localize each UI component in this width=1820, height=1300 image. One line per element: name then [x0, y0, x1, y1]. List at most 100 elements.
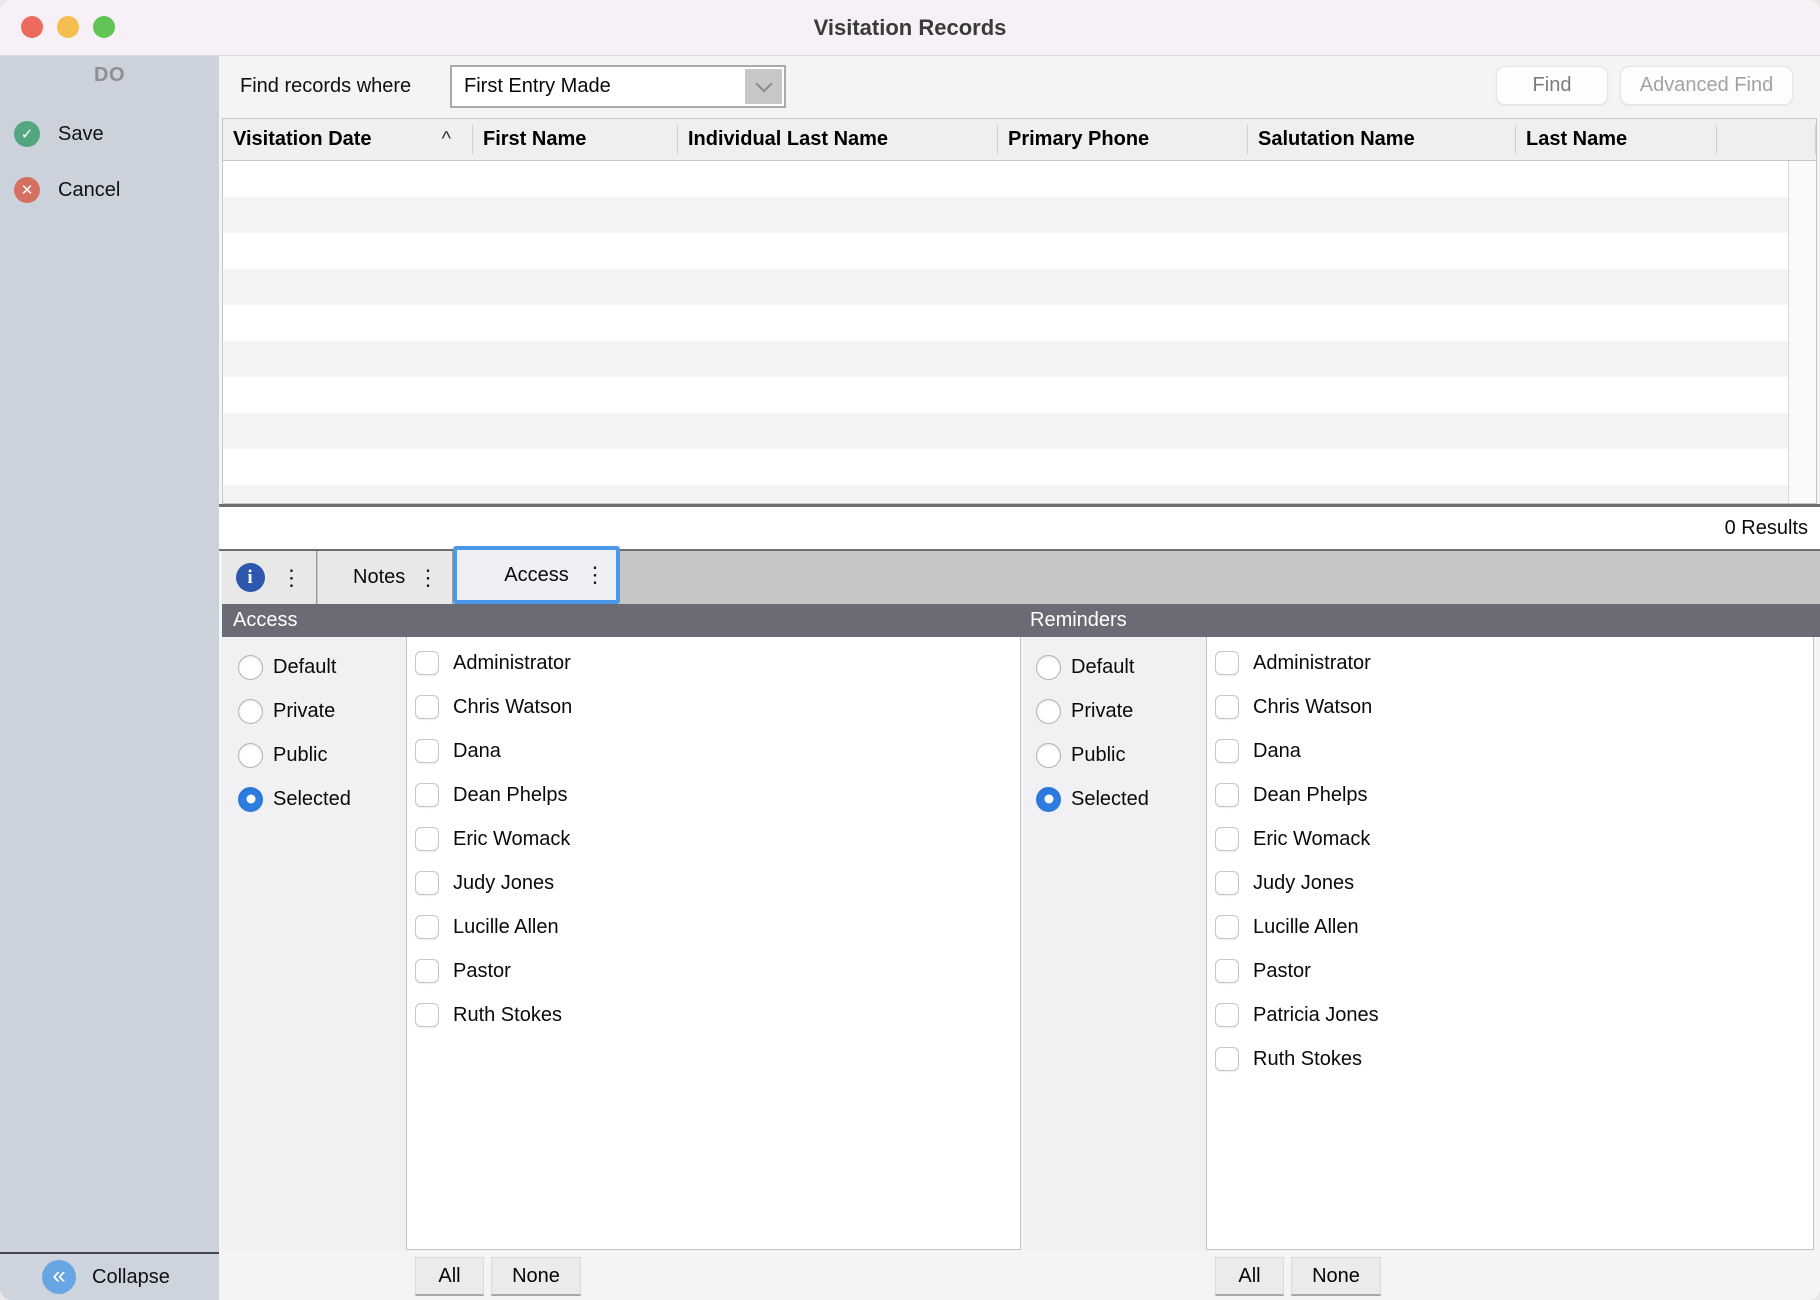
- collapse-button[interactable]: « Collapse: [0, 1252, 219, 1300]
- reminders-user-row[interactable]: Dana: [1207, 729, 1813, 773]
- reminders-option-selected[interactable]: Selected: [1024, 777, 1206, 821]
- radio-icon[interactable]: [238, 743, 263, 768]
- reminders-user-row[interactable]: Pastor: [1207, 949, 1813, 993]
- checkbox-icon[interactable]: [415, 915, 439, 939]
- radio-icon[interactable]: [238, 655, 263, 680]
- column-header-salutation-name[interactable]: Salutation Name: [1248, 119, 1516, 160]
- access-none-button[interactable]: None: [491, 1257, 581, 1296]
- reminders-user-row[interactable]: Dean Phelps: [1207, 773, 1813, 817]
- reminders-option-public[interactable]: Public: [1024, 733, 1206, 777]
- radio-icon[interactable]: [1036, 743, 1061, 768]
- checkbox-icon[interactable]: [1215, 739, 1239, 763]
- checkbox-icon[interactable]: [1215, 783, 1239, 807]
- dropdown-button[interactable]: [745, 69, 782, 104]
- reminders-user-row[interactable]: Chris Watson: [1207, 685, 1813, 729]
- checkbox-icon[interactable]: [415, 1003, 439, 1027]
- reminders-none-button[interactable]: None: [1291, 1257, 1381, 1296]
- column-header-visitation-date[interactable]: Visitation Date ^: [223, 119, 473, 160]
- checkbox-icon[interactable]: [415, 695, 439, 719]
- reminders-user-row[interactable]: Ruth Stokes: [1207, 1037, 1813, 1081]
- column-header-last-name[interactable]: Last Name: [1516, 119, 1717, 160]
- reminders-user-row[interactable]: Administrator: [1207, 641, 1813, 685]
- reminders-user-list: Administrator Chris Watson Dana Dean Phe…: [1206, 637, 1814, 1250]
- find-button[interactable]: Find: [1496, 66, 1608, 105]
- reminders-section-title: Reminders: [1030, 604, 1127, 637]
- save-button[interactable]: ✓ Save: [0, 118, 219, 150]
- reminders-user-row[interactable]: Lucille Allen: [1207, 905, 1813, 949]
- access-user-row[interactable]: Dean Phelps: [407, 773, 1020, 817]
- access-user-row[interactable]: Chris Watson: [407, 685, 1020, 729]
- tab-notes[interactable]: Notes ⋮: [318, 551, 453, 604]
- access-user-row[interactable]: Ruth Stokes: [407, 993, 1020, 1037]
- checkbox-icon[interactable]: [415, 739, 439, 763]
- save-button-label: Save: [58, 123, 104, 146]
- tab-access-label: Access: [504, 564, 568, 587]
- tab-access-selected[interactable]: Access ⋮: [453, 546, 620, 604]
- column-header-primary-phone[interactable]: Primary Phone: [998, 119, 1248, 160]
- access-user-row[interactable]: Administrator: [407, 641, 1020, 685]
- checkbox-icon[interactable]: [415, 651, 439, 675]
- check-icon: ✓: [14, 121, 40, 147]
- results-bar: 0 Results: [219, 507, 1820, 549]
- vertical-scrollbar[interactable]: [1788, 161, 1816, 503]
- column-header-individual-last-name[interactable]: Individual Last Name: [678, 119, 998, 160]
- sort-ascending-icon: ^: [442, 128, 451, 151]
- access-user-row[interactable]: Lucille Allen: [407, 905, 1020, 949]
- chevron-down-icon: [755, 75, 772, 92]
- access-all-button[interactable]: All: [415, 1257, 484, 1296]
- checkbox-icon[interactable]: [1215, 1003, 1239, 1027]
- find-records-where-label: Find records where: [240, 75, 411, 98]
- checkbox-icon[interactable]: [415, 871, 439, 895]
- checkbox-icon[interactable]: [1215, 695, 1239, 719]
- radio-selected-icon[interactable]: [1036, 787, 1061, 812]
- reminders-user-row[interactable]: Judy Jones: [1207, 861, 1813, 905]
- sidebar: DO ✓ Save ✕ Cancel « Collapse: [0, 56, 219, 1300]
- checkbox-icon[interactable]: [1215, 827, 1239, 851]
- checkbox-icon[interactable]: [415, 959, 439, 983]
- checkbox-icon[interactable]: [1215, 871, 1239, 895]
- results-count: 0 Results: [1725, 517, 1808, 540]
- access-section-title: Access: [233, 604, 297, 637]
- access-option-private[interactable]: Private: [222, 689, 406, 733]
- column-header-empty: [1717, 119, 1816, 160]
- results-table: Visitation Date ^ First Name Individual …: [222, 118, 1817, 504]
- section-header-bar: Access Reminders: [222, 604, 1820, 637]
- checkbox-icon[interactable]: [415, 827, 439, 851]
- access-option-default[interactable]: Default: [222, 645, 406, 689]
- cancel-button[interactable]: ✕ Cancel: [0, 174, 219, 206]
- access-user-row[interactable]: Judy Jones: [407, 861, 1020, 905]
- access-user-row[interactable]: Pastor: [407, 949, 1020, 993]
- reminders-user-row[interactable]: Patricia Jones: [1207, 993, 1813, 1037]
- reminders-option-default[interactable]: Default: [1024, 645, 1206, 689]
- find-field-dropdown[interactable]: First Entry Made: [450, 65, 786, 108]
- radio-selected-icon[interactable]: [238, 787, 263, 812]
- column-header-first-name[interactable]: First Name: [473, 119, 678, 160]
- tab-notes-label: Notes: [353, 566, 405, 589]
- access-user-list: Administrator Chris Watson Dana Dean Phe…: [406, 637, 1021, 1250]
- tab-info[interactable]: i ⋮: [222, 551, 317, 604]
- checkbox-icon[interactable]: [415, 783, 439, 807]
- access-option-selected[interactable]: Selected: [222, 777, 406, 821]
- kebab-menu-icon[interactable]: ⋮: [417, 567, 439, 589]
- kebab-menu-icon[interactable]: ⋮: [281, 567, 303, 589]
- checkbox-icon[interactable]: [1215, 1047, 1239, 1071]
- sidebar-header: DO: [0, 64, 219, 87]
- checkbox-icon[interactable]: [1215, 959, 1239, 983]
- cancel-button-label: Cancel: [58, 179, 120, 202]
- window-title: Visitation Records: [0, 0, 1820, 56]
- reminders-option-private[interactable]: Private: [1024, 689, 1206, 733]
- radio-icon[interactable]: [238, 699, 263, 724]
- visitation-records-window: Visitation Records DO ✓ Save ✕ Cancel « …: [0, 0, 1820, 1300]
- radio-icon[interactable]: [1036, 699, 1061, 724]
- checkbox-icon[interactable]: [1215, 915, 1239, 939]
- reminders-user-row[interactable]: Eric Womack: [1207, 817, 1813, 861]
- checkbox-icon[interactable]: [1215, 651, 1239, 675]
- access-option-public[interactable]: Public: [222, 733, 406, 777]
- access-user-row[interactable]: Dana: [407, 729, 1020, 773]
- advanced-find-button[interactable]: Advanced Find: [1620, 66, 1793, 105]
- access-user-row[interactable]: Eric Womack: [407, 817, 1020, 861]
- info-icon: i: [236, 563, 265, 592]
- kebab-menu-icon[interactable]: ⋮: [584, 564, 606, 586]
- radio-icon[interactable]: [1036, 655, 1061, 680]
- reminders-all-button[interactable]: All: [1215, 1257, 1284, 1296]
